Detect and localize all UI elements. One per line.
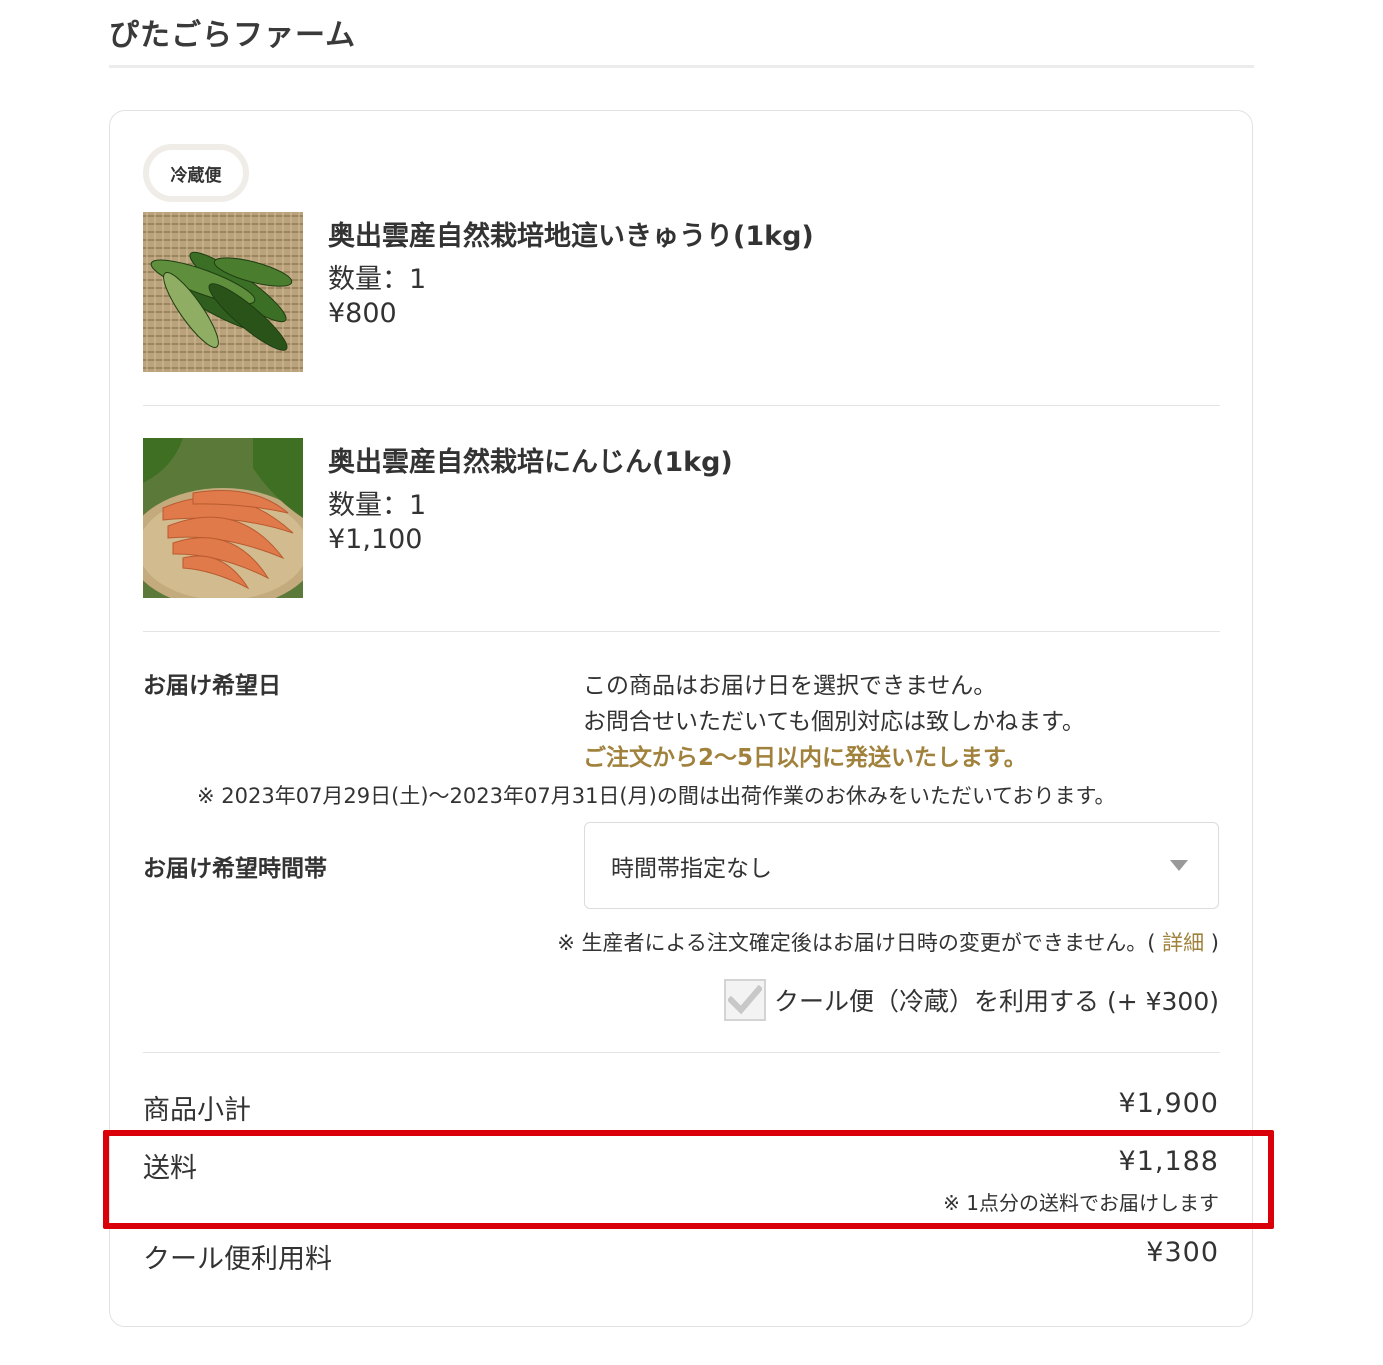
cool-delivery-checkbox[interactable] — [724, 979, 767, 1021]
item-price: ¥1,100 — [328, 524, 423, 555]
delivery-date-message: この商品はお届け日を選択できません。 — [583, 673, 997, 699]
subtotal-value: ¥1,900 — [1118, 1088, 1219, 1119]
item-quantity: 数量：1 — [328, 264, 427, 295]
item-quantity: 数量：1 — [328, 490, 427, 521]
shop-name[interactable]: ぴたごらファーム — [109, 10, 356, 54]
shipping-label: 送料 — [143, 1153, 197, 1184]
subtotal-label: 商品小計 — [143, 1095, 251, 1126]
checkmark-icon — [728, 985, 763, 1015]
item-name[interactable]: 奥出雲産自然栽培地這いきゅうり(1kg) — [328, 214, 814, 253]
shipping-lead-time: ご注文から2〜5日以内に発送いたします。 — [583, 745, 1027, 771]
change-note-text: ) — [1210, 931, 1219, 955]
cucumber-photo[interactable] — [143, 212, 303, 372]
item-divider — [143, 405, 1220, 406]
delivery-date-message: お問合せいただいても個別対応は致しかねます。 — [583, 709, 1085, 735]
shipping-value: ¥1,188 — [1118, 1146, 1219, 1177]
delivery-time-select[interactable]: 時間帯指定なし — [584, 822, 1219, 909]
cool-fee-label: クール便利用料 — [143, 1244, 332, 1275]
delivery-time-label: お届け希望時間帯 — [143, 856, 327, 882]
change-note: ※ 生産者による注文確定後はお届け日時の変更ができません。( 詳細 ) — [557, 927, 1219, 957]
cool-fee-value: ¥300 — [1146, 1237, 1219, 1268]
shipping-type-badge: 冷蔵便 — [143, 144, 249, 202]
change-note-text: ※ 生産者による注文確定後はお届け日時の変更ができません。( — [557, 931, 1156, 955]
delivery-time-value: 時間帯指定なし — [611, 856, 772, 882]
delivery-date-label: お届け希望日 — [143, 673, 281, 699]
title-divider — [109, 65, 1254, 68]
holiday-note: ※ 2023年07月29日(土)〜2023年07月31日(月)の間は出荷作業のお… — [197, 784, 1116, 808]
details-link[interactable]: 詳細 — [1162, 931, 1204, 955]
summary-divider — [143, 1052, 1220, 1053]
carrot-photo[interactable] — [143, 438, 303, 598]
item-divider — [143, 631, 1220, 632]
item-price: ¥800 — [328, 298, 397, 329]
chevron-down-icon — [1170, 860, 1188, 871]
cool-delivery-option[interactable]: クール便（冷蔵）を利用する (+ ¥300) — [724, 979, 1219, 1021]
shipping-note: ※ 1点分の送料でお届けします — [943, 1191, 1219, 1215]
item-name[interactable]: 奥出雲産自然栽培にんじん(1kg) — [328, 440, 733, 479]
cool-delivery-label[interactable]: クール便（冷蔵）を利用する (+ ¥300) — [774, 982, 1219, 1018]
order-page: ぴたごらファーム 冷蔵便 奥出雲産自然栽培地這いきゅうり(1kg) 数量：1 ¥… — [0, 0, 1383, 1365]
